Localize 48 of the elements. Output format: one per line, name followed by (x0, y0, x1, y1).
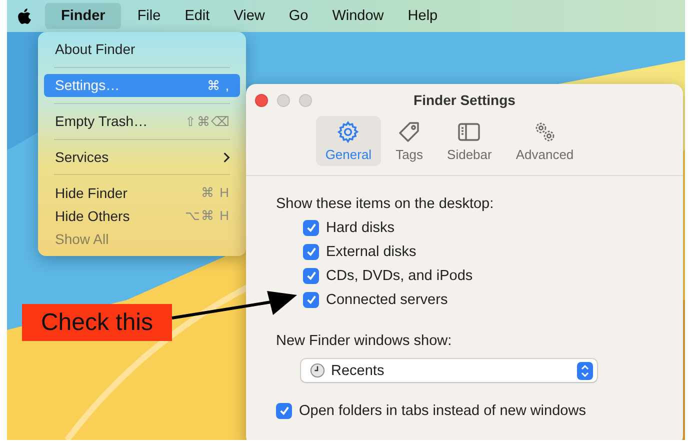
menu-item[interactable]: Empty Trash… ⇧⌘⌫ (44, 110, 240, 133)
menu-item[interactable]: Hide Finder ⌘ H (44, 181, 240, 204)
shortcut-label: ⌘ , (206, 78, 230, 93)
menu-item[interactable]: Help (400, 3, 446, 29)
section-label: Show these items on the desktop: (276, 196, 495, 212)
checkbox-label: Connected servers (326, 292, 448, 308)
window-title: Finder Settings (414, 92, 516, 108)
checkbox[interactable] (303, 268, 319, 284)
apple-logo-icon (16, 6, 34, 26)
shortcut-label: ⌘ H (201, 185, 230, 200)
annotation-label: Check this (22, 304, 172, 341)
checkbox-label: Hard disks (326, 220, 394, 236)
checkbox-label: Open folders in tabs instead of new windows (299, 402, 586, 418)
checkbox[interactable] (303, 220, 319, 236)
menu-item[interactable]: File (129, 3, 169, 29)
checkmark-icon (306, 222, 316, 233)
sidebar-icon (457, 120, 482, 144)
menu-item[interactable]: Window (324, 3, 392, 29)
menu-item[interactable]: View (226, 3, 273, 29)
checkbox-label: CDs, DVDs, and iPods (326, 268, 473, 284)
section-label: New Finder windows show: (276, 333, 453, 349)
popup-button[interactable]: Recents (301, 359, 597, 382)
toolbar-tab[interactable]: Sidebar (438, 116, 501, 166)
checkbox[interactable] (303, 292, 319, 308)
stepper-icon (577, 362, 593, 380)
menu-item[interactable]: Finder (45, 3, 122, 29)
gear-icon (336, 120, 360, 144)
checkmark-icon (306, 294, 316, 305)
checkbox-label: External disks (326, 244, 416, 260)
shortcut-label: ⇧⌘⌫ (185, 114, 230, 129)
checkmark-icon (306, 246, 316, 257)
menu-item[interactable]: Go (280, 3, 316, 29)
menu-item[interactable]: Edit (176, 3, 218, 29)
menu-item: Show All (54, 230, 110, 249)
close-button[interactable] (255, 94, 268, 106)
clock-icon (310, 363, 325, 378)
shortcut-label: ⌥⌘ H (185, 208, 230, 224)
toolbar-tab[interactable]: Advanced (506, 116, 583, 166)
menu-item[interactable]: Hide Others ⌥⌘ H (44, 204, 240, 228)
checkmark-icon (306, 270, 316, 281)
chevron-right-icon (223, 152, 230, 162)
toolbar-tab[interactable]: Tags (386, 116, 432, 166)
menu-item[interactable]: About Finder (44, 38, 240, 61)
checkbox[interactable] (303, 244, 319, 260)
checkbox[interactable] (276, 402, 292, 418)
checkmark-icon (278, 405, 290, 416)
tag-icon (397, 120, 422, 144)
menu-item[interactable]: Services (44, 146, 240, 168)
